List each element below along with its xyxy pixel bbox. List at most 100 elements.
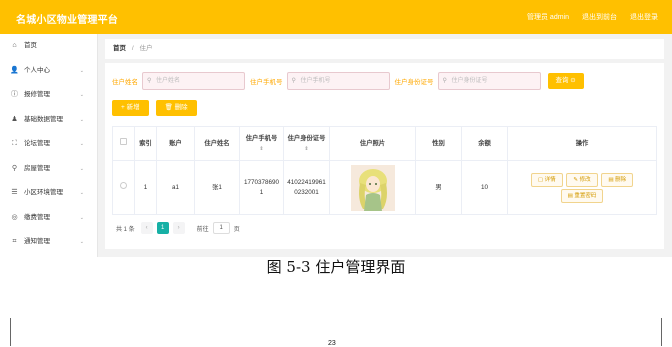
placeholder: 住户身份证号	[451, 78, 488, 84]
action-bar: + 新增 🗑 删除	[112, 100, 197, 116]
chevron-down-icon: ⌄	[79, 116, 84, 123]
chevron-down-icon: ⌄	[79, 190, 84, 196]
edit-button[interactable]: ✎ 修改	[566, 172, 598, 187]
search-label-phone: 住户手机号	[250, 79, 283, 86]
app-window: 名城小区物业管理平台 管理员 admin 退出到前台 退出登录 ⌂ 首页 👤 个人中…	[0, 0, 672, 257]
figure-caption: 图 5-3 住户管理界面	[266, 258, 406, 276]
chevron-down-icon: ⌄	[79, 141, 84, 147]
add-button[interactable]: + 新增	[112, 100, 149, 116]
app-title: 名城小区物业管理平台	[16, 15, 118, 26]
cell-gender: 男	[415, 160, 462, 215]
sidebar-item-notice[interactable]: ⌗ 通知管理 ⌄	[0, 230, 97, 255]
table-row: 1 a1 张1 17703786901 410224199610232001 男…	[112, 160, 657, 215]
detail-button[interactable]: ▢ 详情	[530, 172, 563, 187]
search-label-name: 住户姓名	[112, 79, 138, 86]
chevron-down-icon: ⌄	[79, 239, 84, 245]
delete-button[interactable]: 🗑 删除	[155, 100, 197, 116]
placeholder: 住户姓名	[156, 78, 181, 84]
goto-page-input[interactable]: 1	[212, 222, 230, 234]
exit-to-frontend-link[interactable]: 退出到前台	[582, 12, 617, 22]
query-button[interactable]: 查询 ⊙	[547, 73, 584, 89]
sidebar: ⌂ 首页 👤 个人中心 ⌄ ⓘ 报修管理 ⌄ ♟ 基础数据管理 ⌄ ⛶ 论坛管理 ⌄ ⚲ 房屋管理 ⌄…	[0, 34, 98, 257]
contacts-icon: ◎	[11, 213, 18, 221]
info-icon: ⓘ	[11, 91, 18, 98]
menu-icon: ☰	[11, 189, 18, 196]
select-all-checkbox-cell[interactable]	[112, 126, 135, 161]
sidebar-item-environment[interactable]: ☰ 小区环境管理 ⌄	[0, 181, 97, 206]
sidebar-item-home[interactable]: ⌂ 首页	[0, 34, 97, 59]
sidebar-item-label: 小区环境管理	[24, 189, 63, 196]
sidebar-item-label: 通知管理	[24, 238, 50, 245]
pagination: 共 1 条 ‹ 1 › 前往 1 页	[116, 222, 240, 234]
col-id-card[interactable]: 住户身份证号 ⇕	[283, 126, 330, 161]
sidebar-item-repair[interactable]: ⓘ 报修管理 ⌄	[0, 83, 97, 108]
prev-page-button[interactable]: ‹	[140, 222, 153, 234]
sidebar-item-payment[interactable]: ◎ 缴费管理 ⌄	[0, 206, 97, 231]
next-page-button[interactable]: ›	[172, 222, 185, 234]
resident-phone-input[interactable]: ⚲ 住户手机号	[286, 72, 390, 90]
breadcrumb-separator: /	[131, 45, 134, 52]
chevron-down-icon: ⌄	[79, 67, 84, 74]
cell-name: 张1	[194, 160, 240, 215]
sidebar-item-base-data[interactable]: ♟ 基础数据管理 ⌄	[0, 108, 97, 133]
table-header-row: 索引 账户 住户姓名 住户手机号 ⇕ 住户身份证号 ⇕ 住户照片 性别 余额 操作	[112, 126, 657, 161]
residents-table: 索引 账户 住户姓名 住户手机号 ⇕ 住户身份证号 ⇕ 住户照片 性别 余额 操作 …	[112, 126, 657, 215]
resident-id-input[interactable]: ⚲ 住户身份证号	[437, 72, 541, 90]
logout-link[interactable]: 退出登录	[630, 12, 658, 22]
sidebar-item-label: 基础数据管理	[24, 115, 63, 123]
col-gender: 性别	[415, 126, 462, 161]
breadcrumb: 首页 / 住户	[105, 39, 664, 59]
search-bar: 住户姓名 ⚲ 住户姓名 住户手机号 ⚲ 住户手机号 住户身份证号 ⚲ 住户身份证号 查…	[112, 72, 584, 90]
sidebar-item-forum[interactable]: ⛶ 论坛管理 ⌄	[0, 132, 97, 157]
top-bar: 名城小区物业管理平台 管理员 admin 退出到前台 退出登录	[0, 0, 672, 34]
row-delete-button[interactable]: ▤ 删除	[601, 172, 634, 187]
pin-icon: ⚲	[11, 164, 18, 172]
home-icon: ⌂	[12, 42, 17, 49]
col-name: 住户姓名	[194, 126, 240, 161]
goto-label: 前往	[196, 226, 209, 233]
search-icon: ⚲	[147, 78, 152, 84]
goto-suffix: 页	[233, 226, 240, 233]
col-index: 索引	[134, 126, 157, 161]
cell-photo	[329, 160, 416, 215]
expand-icon: ⛶	[12, 140, 17, 147]
row-checkbox-cell[interactable]	[112, 160, 135, 215]
sidebar-item-label: 缴费管理	[24, 213, 50, 221]
sidebar-item-label: 房屋管理	[24, 164, 50, 172]
sidebar-item-personal-center[interactable]: 👤 个人中心 ⌄	[0, 59, 97, 84]
sort-icon[interactable]: ⇕	[284, 144, 329, 154]
top-nav: 管理员 admin 退出到前台 退出登录	[527, 12, 658, 22]
resident-name-input[interactable]: ⚲ 住户姓名	[142, 72, 245, 90]
col-account: 账户	[156, 126, 195, 161]
sort-icon[interactable]: ⇕	[240, 144, 283, 154]
cell-index: 1	[134, 160, 157, 215]
reset-password-button[interactable]: ▤ 重置密码	[560, 188, 604, 203]
chevron-down-icon: ⌄	[79, 92, 84, 98]
sidebar-item-housing[interactable]: ⚲ 房屋管理 ⌄	[0, 157, 97, 182]
breadcrumb-home[interactable]: 首页	[113, 45, 126, 52]
page-1-button[interactable]: 1	[156, 222, 169, 234]
cell-actions: ▢ 详情 ✎ 修改 ▤ 删除 ▤ 重置密码	[507, 160, 657, 215]
cell-account: a1	[156, 160, 195, 215]
chevron-down-icon: ⌄	[79, 165, 84, 172]
pager-total: 共 1 条	[116, 226, 135, 233]
person-icon: ♟	[11, 115, 18, 123]
select-all-checkbox[interactable]	[120, 138, 127, 145]
page-corner-left	[10, 318, 14, 346]
row-checkbox[interactable]	[120, 182, 127, 189]
col-phone[interactable]: 住户手机号 ⇕	[239, 126, 284, 161]
cell-balance: 10	[461, 160, 508, 215]
col-balance: 余额	[461, 126, 508, 161]
col-actions: 操作	[507, 126, 657, 161]
breadcrumb-current: 住户	[139, 45, 153, 52]
user-icon: 👤	[10, 66, 19, 74]
sidebar-item-label: 报修管理	[24, 91, 50, 98]
search-icon: ⚲	[442, 78, 447, 84]
search-label-id: 住户身份证号	[394, 79, 434, 86]
cell-phone: 17703786901	[239, 160, 284, 215]
resident-photo[interactable]	[350, 164, 395, 211]
sidebar-item-label: 论坛管理	[24, 140, 50, 147]
crop-icon: ⌗	[12, 238, 17, 245]
admin-user-link[interactable]: 管理员 admin	[527, 12, 569, 22]
sidebar-item-label: 首页	[24, 42, 37, 49]
